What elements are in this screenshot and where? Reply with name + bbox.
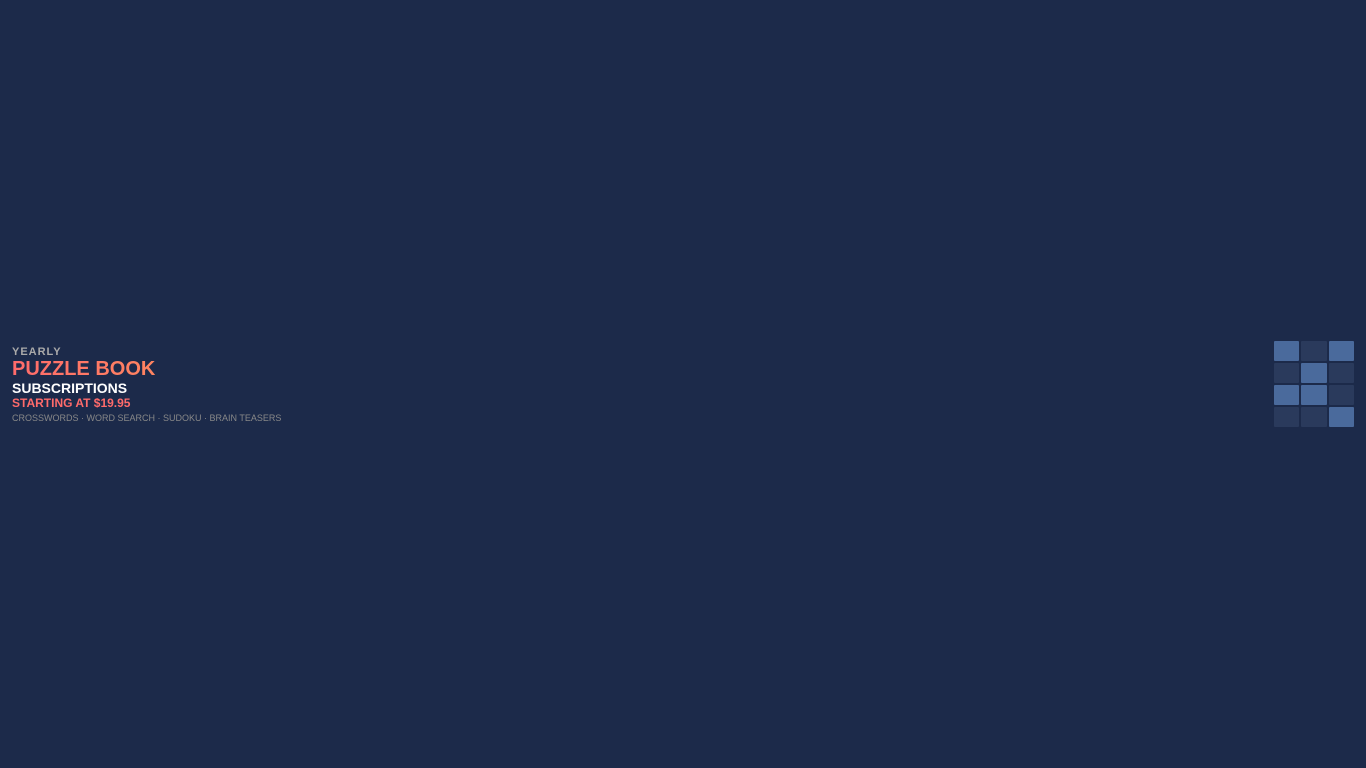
sidebar: Connect with an Inmate Arrest Records ❯ … (20, 109, 460, 695)
main-container: Connect with an Inmate Arrest Records ❯ … (0, 109, 1366, 715)
sidebar-ad[interactable]: YEARLY PUZZLE BOOK SUBSCRIPTIONS STARTIN… (20, 687, 460, 691)
